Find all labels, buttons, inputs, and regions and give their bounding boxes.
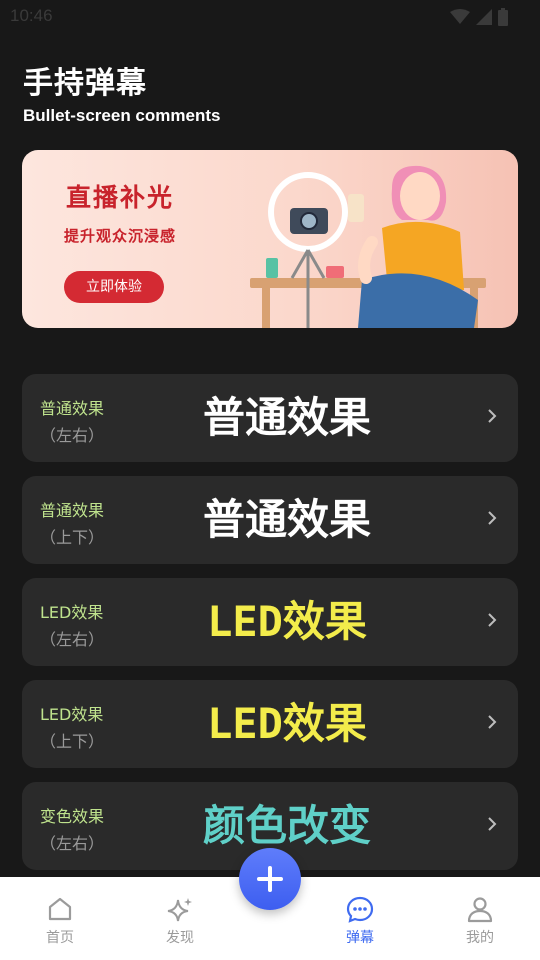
effect-card-normal-horizontal[interactable]: 普通效果 （左右） 普通效果	[22, 374, 518, 462]
wifi-icon	[450, 9, 470, 24]
chevron-right-icon	[488, 817, 497, 831]
card-direction: （上下）	[40, 732, 105, 751]
tab-bullet-screen[interactable]: 弹幕	[300, 877, 420, 960]
page-title: 手持弹幕	[23, 66, 147, 101]
status-icons	[450, 8, 508, 26]
chevron-right-icon	[488, 511, 497, 525]
home-icon	[48, 897, 72, 921]
chat-bubble-icon	[346, 896, 374, 923]
promo-banner[interactable]: 直播补光 提升观众沉浸感 立即体验	[22, 150, 518, 328]
card-label-group: LED效果 （上下）	[40, 701, 104, 752]
signal-icon	[476, 9, 492, 25]
effect-card-led-horizontal[interactable]: LED效果 （左右） LED效果	[22, 578, 518, 666]
card-label-group: LED效果 （左右）	[40, 599, 104, 650]
status-bar: 10:46	[0, 0, 540, 34]
banner-subtitle: 提升观众沉浸感	[64, 227, 177, 245]
tab-home[interactable]: 首页	[0, 877, 120, 960]
card-preview-text: LED效果	[207, 699, 367, 748]
chevron-right-icon	[488, 715, 497, 729]
effect-card-normal-vertical[interactable]: 普通效果 （上下） 普通效果	[22, 476, 518, 564]
tab-discover[interactable]: 发现	[120, 877, 240, 960]
tab-label: 发现	[166, 930, 194, 946]
tab-label: 首页	[46, 930, 74, 946]
add-button[interactable]	[239, 848, 301, 910]
page-header: 手持弹幕 Bullet-screen comments	[23, 58, 220, 126]
card-label: 普通效果	[40, 399, 105, 418]
card-label: LED效果	[40, 705, 104, 724]
battery-icon	[498, 8, 508, 26]
card-preview-text: LED效果	[207, 597, 367, 646]
sparkle-icon	[167, 898, 192, 922]
chevron-right-icon	[488, 409, 497, 423]
tab-label: 弹幕	[346, 930, 374, 946]
card-direction: （上下）	[40, 528, 105, 547]
chevron-right-icon	[488, 613, 497, 627]
status-time: 10:46	[10, 6, 53, 25]
banner-try-button[interactable]: 立即体验	[64, 271, 164, 303]
card-label-group: 普通效果 （左右）	[40, 395, 104, 446]
livestream-illustration	[250, 165, 486, 328]
banner-title: 直播补光	[66, 183, 175, 212]
card-preview-text: 普通效果	[202, 393, 371, 442]
tab-profile[interactable]: 我的	[420, 877, 540, 960]
page-subtitle: Bullet-screen comments	[23, 106, 221, 125]
card-direction: （左右）	[40, 426, 105, 445]
card-label: 普通效果	[40, 501, 105, 520]
card-direction: （左右）	[40, 630, 105, 649]
card-label-group: 变色效果 （左右）	[40, 803, 104, 854]
card-direction: （左右）	[40, 834, 105, 853]
effect-list: 普通效果 （左右） 普通效果 普通效果 （上下） 普通效果 LED效果 （左右）…	[22, 374, 518, 884]
plus-icon	[257, 866, 283, 892]
tab-label: 我的	[466, 930, 494, 946]
card-preview-text: 普通效果	[202, 495, 371, 544]
effect-card-led-vertical[interactable]: LED效果 （上下） LED效果	[22, 680, 518, 768]
user-icon	[467, 897, 493, 923]
card-label: 变色效果	[40, 807, 105, 826]
card-label-group: 普通效果 （上下）	[40, 497, 104, 548]
card-label: LED效果	[40, 603, 104, 622]
